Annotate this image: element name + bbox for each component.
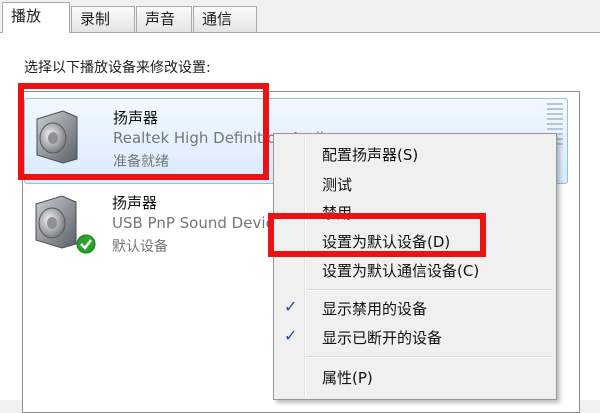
tab-label: 播放: [11, 7, 42, 25]
tab-label: 通信: [202, 10, 233, 28]
menu-item-show-disconnected-devices[interactable]: 显示已断开的设备: [322, 327, 442, 348]
menu-item-set-default-comm-device[interactable]: 设置为默认通信设备(C): [322, 260, 479, 281]
tab-label: 录制: [80, 10, 111, 28]
checkmark-icon: ✓: [284, 326, 298, 345]
tab-strip: 播放 录制 声音 通信: [0, 0, 600, 34]
context-menu: 配置扬声器(S) 测试 禁用 设置为默认设备(D) 设置为默认通信设备(C) ✓…: [273, 133, 557, 400]
tab-label: 声音: [145, 10, 176, 28]
red-highlight-device: [18, 83, 269, 180]
speaker-icon: [35, 195, 77, 249]
tab-recording[interactable]: 录制: [71, 6, 135, 32]
checkmark-icon: ✓: [284, 297, 298, 316]
green-check-icon: [76, 234, 96, 254]
device-description: USB PnP Sound Device: [112, 214, 283, 232]
tab-communications[interactable]: 通信: [193, 6, 257, 32]
instruction-text: 选择以下播放设备来修改设置:: [24, 60, 211, 76]
menu-gutter-divider: [304, 136, 306, 397]
menu-item-properties[interactable]: 属性(P): [322, 367, 373, 388]
menu-separator: [307, 289, 553, 291]
menu-separator: [307, 356, 553, 358]
tab-sounds[interactable]: 声音: [136, 6, 192, 32]
menu-item-test[interactable]: 测试: [322, 174, 352, 195]
menu-item-show-disabled-devices[interactable]: 显示禁用的设备: [322, 298, 427, 319]
red-highlight-menu-item: [268, 213, 486, 257]
device-status: 默认设备: [112, 239, 168, 255]
tab-playback[interactable]: 播放: [2, 2, 70, 33]
device-name: 扬声器: [112, 194, 158, 212]
menu-item-configure-speakers[interactable]: 配置扬声器(S): [322, 144, 418, 165]
